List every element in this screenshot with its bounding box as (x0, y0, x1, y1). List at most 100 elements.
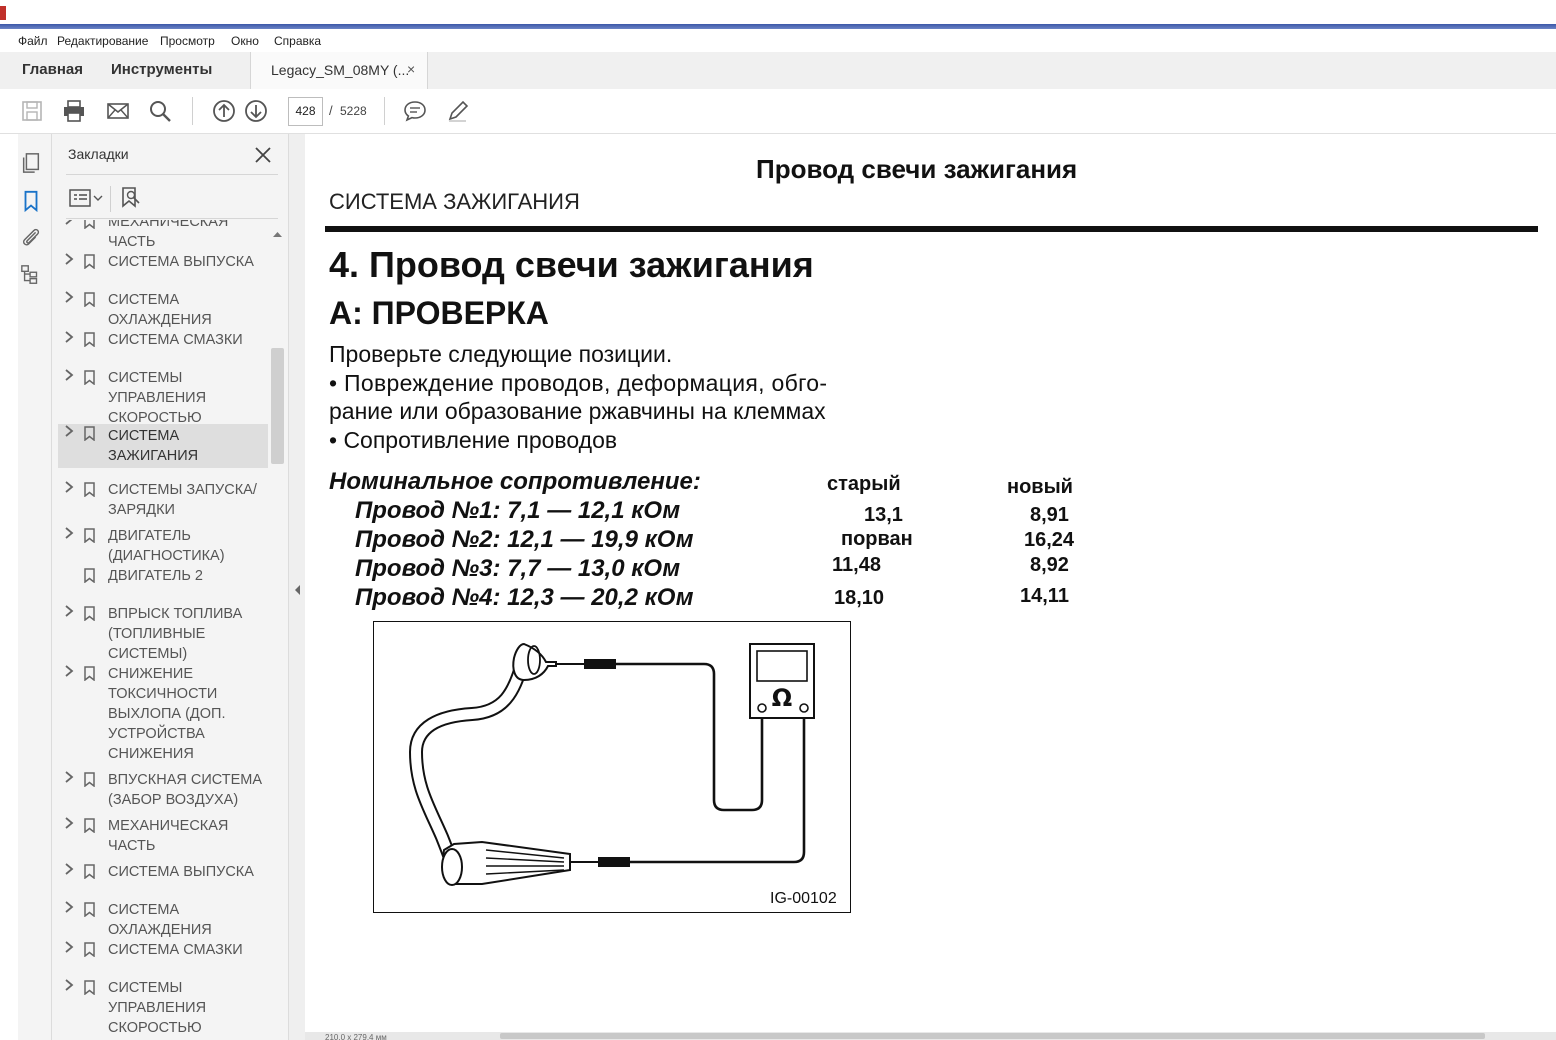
email-icon[interactable] (106, 99, 130, 123)
bullet-1-line-1: • Повреждение проводов, деформация, обго… (329, 370, 828, 396)
bookmark-icon (84, 482, 95, 498)
panel-divider (66, 218, 278, 219)
previous-page-icon[interactable] (212, 99, 236, 123)
bookmark-item[interactable]: МЕХАНИЧЕСКАЯ ЧАСТЬ (58, 816, 268, 856)
menu-edit[interactable]: Редактирование (57, 34, 148, 48)
bookmark-item[interactable]: СИСТЕМА СМАЗКИ (58, 330, 268, 350)
bookmark-label: МЕХАНИЧЕСКАЯ ЧАСТЬ (108, 818, 229, 854)
page-size-label: 210,0 x 279,4 мм (325, 1033, 387, 1040)
comment-icon[interactable] (403, 99, 427, 123)
column-new: новый (1007, 476, 1073, 498)
bookmark-item[interactable]: ДВИГАТЕЛЬ 2 (58, 566, 268, 586)
bookmark-item[interactable]: СИСТЕМЫ ЗАПУСКА/ЗАРЯДКИ (58, 480, 268, 520)
bookmark-item[interactable]: МЕХАНИЧЕСКАЯ ЧАСТЬ (58, 220, 268, 252)
bookmark-item[interactable]: СИСТЕМА ВЫПУСКА (58, 862, 268, 882)
bookmark-item[interactable]: ДВИГАТЕЛЬ (ДИАГНОСТИКА) (58, 526, 268, 566)
bookmark-item[interactable]: ВПУСКНАЯ СИСТЕМА (ЗАБОР ВОЗДУХА) (58, 770, 268, 810)
scrollbar-thumb[interactable] (271, 348, 284, 464)
chevron-right-icon[interactable] (64, 862, 76, 882)
bookmark-icon (84, 370, 95, 386)
bookmark-item[interactable]: СИСТЕМА ЗАЖИГАНИЯ (58, 424, 268, 468)
wire-2-new: 16,24 (1024, 529, 1075, 551)
page-separator: / (329, 103, 333, 118)
panel-splitter[interactable] (288, 134, 305, 1040)
bookmarks-toolbar (66, 182, 278, 218)
chevron-right-icon[interactable] (64, 480, 76, 500)
bookmark-icon (84, 220, 95, 230)
bookmark-icon (84, 528, 95, 544)
page-number-input[interactable]: 428 (288, 97, 323, 126)
next-page-icon[interactable] (244, 99, 268, 123)
chevron-right-icon[interactable] (64, 368, 76, 388)
bookmark-icon (84, 980, 95, 996)
chevron-right-icon[interactable] (64, 978, 76, 998)
close-icon[interactable]: × (407, 61, 415, 77)
chevron-right-icon[interactable] (64, 252, 76, 272)
chevron-right-icon[interactable] (64, 220, 76, 232)
bookmark-icon (84, 902, 95, 918)
bookmark-label: ДВИГАТЕЛЬ (ДИАГНОСТИКА) (108, 528, 225, 564)
chevron-right-icon[interactable] (64, 940, 76, 960)
bookmark-panel-icon[interactable] (20, 190, 42, 212)
document-page: Провод свечи зажигания СИСТЕМА ЗАЖИГАНИЯ… (305, 134, 1556, 1032)
figure-ohmmeter-test: Ω IG-00102 (373, 621, 851, 913)
print-icon[interactable] (62, 99, 86, 123)
bookmark-item[interactable]: СИСТЕМА СМАЗКИ (58, 940, 268, 960)
chevron-right-icon[interactable] (64, 900, 76, 920)
chevron-right-icon[interactable] (64, 816, 76, 836)
bookmark-item[interactable]: СИСТЕМА ВЫПУСКА (58, 252, 268, 272)
menu-bar: Файл Редактирование Просмотр Окно Справк… (0, 32, 1556, 52)
bookmark-item[interactable]: СНИЖЕНИЕ ТОКСИЧНОСТИ ВЫХЛОПА (ДОП. УСТРО… (58, 664, 268, 762)
find-bookmark-icon[interactable] (120, 186, 142, 210)
attachment-icon[interactable] (20, 226, 42, 248)
tab-tools[interactable]: Инструменты (111, 61, 212, 78)
layers-icon[interactable] (20, 264, 42, 286)
chevron-right-icon[interactable] (64, 664, 76, 684)
bookmarks-title: Закладки (68, 146, 129, 162)
bookmark-item[interactable]: СИСТЕМЫ УПРАВЛЕНИЯ СКОРОСТЬЮ (58, 368, 268, 426)
pages-icon[interactable] (20, 152, 42, 174)
chevron-right-icon[interactable] (64, 424, 76, 444)
bookmark-item[interactable]: СИСТЕМА ОХЛАЖДЕНИЯ (58, 900, 268, 940)
close-icon[interactable] (254, 146, 272, 164)
wire-4-new: 14,11 (1020, 585, 1069, 607)
options-menu-icon[interactable] (69, 188, 103, 208)
scrollbar-thumb[interactable] (500, 1033, 1485, 1039)
app-logo-icon (0, 6, 6, 20)
menu-file[interactable]: Файл (18, 34, 48, 48)
page-header: Провод свечи зажигания (756, 154, 1078, 184)
chevron-right-icon[interactable] (64, 290, 76, 310)
search-icon[interactable] (148, 99, 172, 123)
bookmark-icon (84, 942, 95, 958)
wire-4-spec: Провод №4: 12,3 — 20,2 кОм (355, 584, 694, 611)
horizontal-scrollbar[interactable] (305, 1032, 1556, 1040)
wire-2-spec: Провод №2: 12,1 — 19,9 кОм (355, 526, 694, 553)
bookmark-label: МЕХАНИЧЕСКАЯ ЧАСТЬ (108, 220, 229, 250)
chevron-right-icon[interactable] (64, 526, 76, 546)
menu-help[interactable]: Справка (274, 34, 321, 48)
wire-3-spec: Провод №3: 7,7 — 13,0 кОм (355, 555, 681, 582)
bookmark-list: МЕХАНИЧЕСКАЯ ЧАСТЬ СИСТЕМА ВЫПУСКА СИСТЕМА… (58, 220, 270, 1040)
bookmark-item[interactable]: СИСТЕМА ОХЛАЖДЕНИЯ (58, 290, 268, 330)
chevron-right-icon[interactable] (64, 770, 76, 790)
bookmark-item[interactable]: СИСТЕМЫ УПРАВЛЕНИЯ СКОРОСТЬЮ (58, 978, 268, 1036)
chevron-right-icon[interactable] (64, 330, 76, 350)
bookmark-label: ВПУСКНАЯ СИСТЕМА (ЗАБОР ВОЗДУХА) (108, 772, 263, 808)
tab-document[interactable]: Legacy_SM_08MY (... × (250, 52, 428, 89)
menu-view[interactable]: Просмотр (160, 34, 215, 48)
menu-window[interactable]: Окно (231, 34, 259, 48)
tab-home[interactable]: Главная (22, 61, 83, 78)
toolbar-divider (192, 97, 193, 125)
toolbar: / 5228 (0, 89, 1556, 134)
chevron-right-icon[interactable] (64, 604, 76, 624)
tab-document-label: Legacy_SM_08MY (... (271, 62, 410, 78)
bookmark-item[interactable]: ВПРЫСК ТОПЛИВА (ТОПЛИВНЫЕ СИСТЕМЫ) (58, 604, 268, 664)
draw-icon[interactable] (446, 99, 470, 123)
scroll-up-icon[interactable] (272, 230, 283, 238)
side-rail (18, 134, 52, 1040)
toolbar-divider (110, 186, 111, 212)
intro-text: Проверьте следующие позиции. (329, 341, 673, 367)
save-icon[interactable] (20, 99, 44, 123)
wire-1-old: 13,1 (864, 504, 903, 526)
collapse-panel-icon[interactable] (293, 584, 301, 596)
